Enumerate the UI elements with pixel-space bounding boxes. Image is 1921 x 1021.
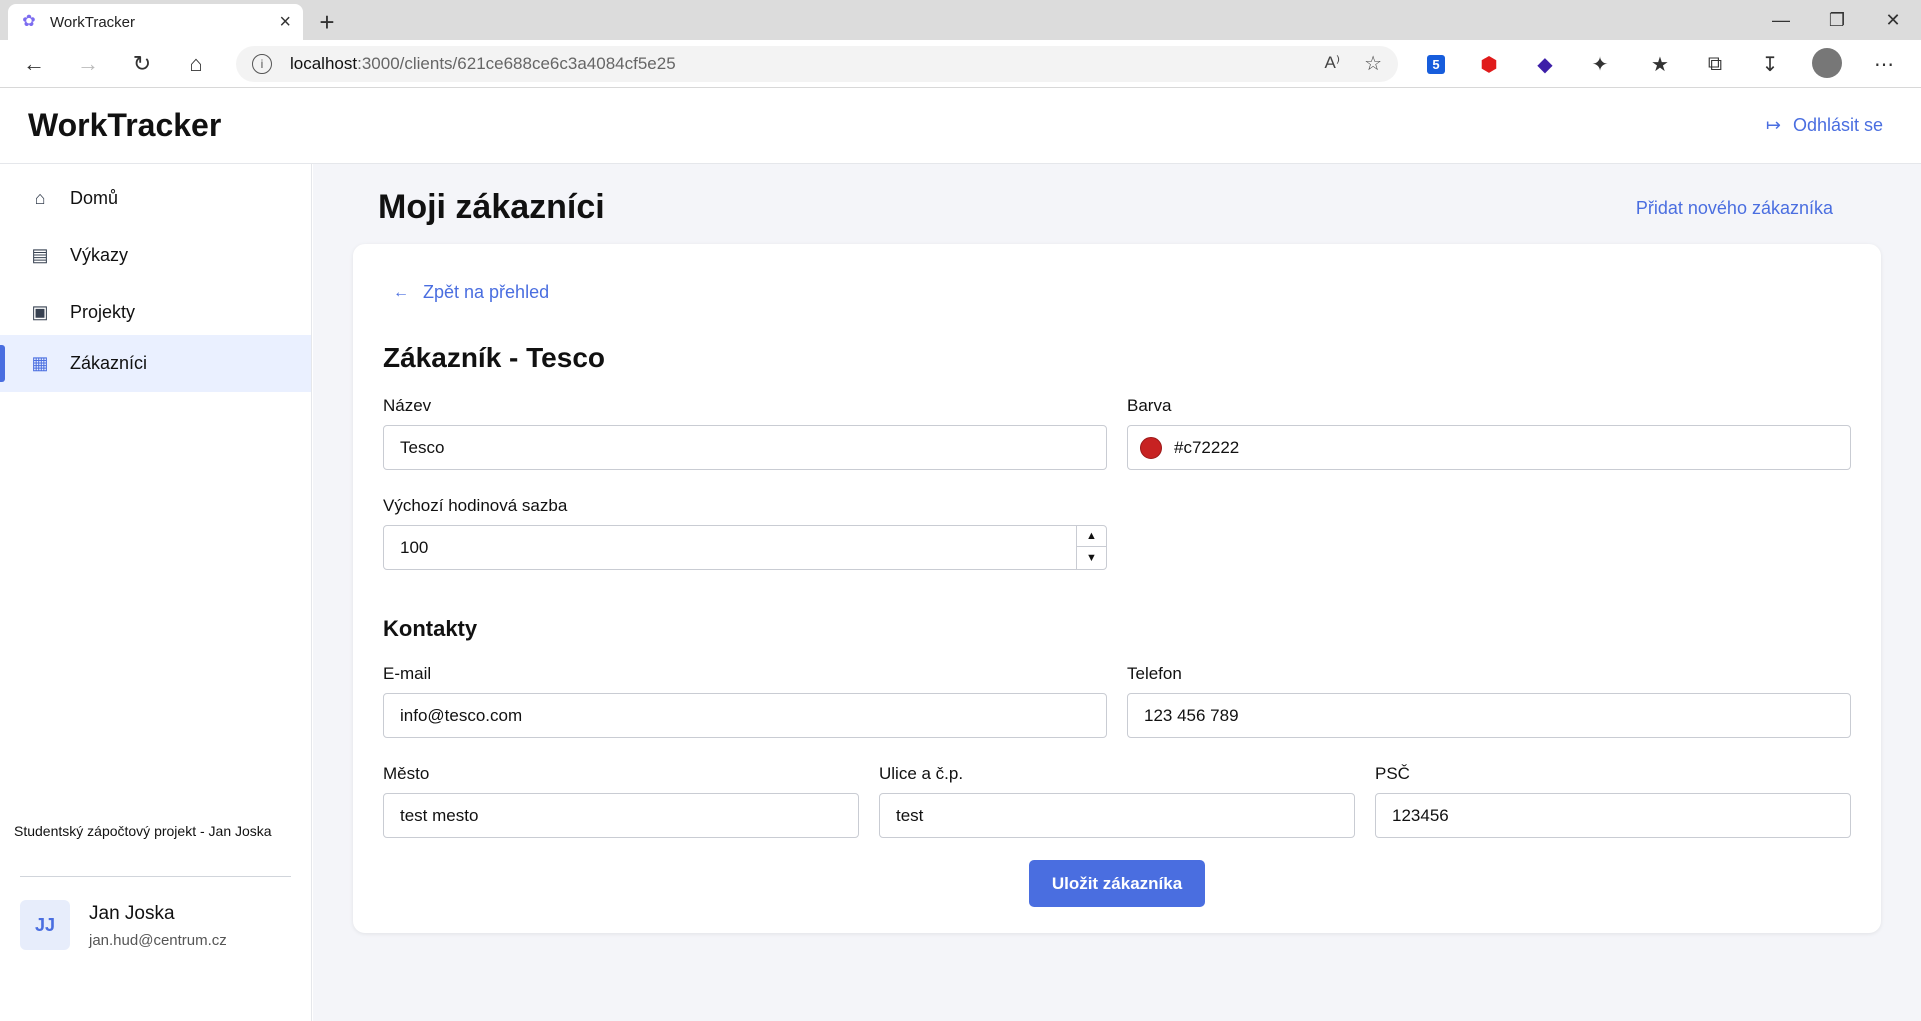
sidebar-item-label: Domů (70, 188, 119, 208)
extension-badge: 5 (1427, 54, 1445, 74)
briefcase-icon: ▤ (31, 245, 49, 265)
sidebar-item-home[interactable]: ⌂ Domů (0, 170, 311, 227)
extensions-puzzle-icon[interactable]: ✦ (1584, 48, 1616, 80)
app-header: WorkTracker ↦ Odhlásit se (0, 89, 1921, 164)
extension-bitwarden-icon[interactable]: 5 (1420, 48, 1452, 80)
home-button[interactable]: ⌂ (176, 44, 216, 84)
read-aloud-icon[interactable]: A⁾ (1324, 53, 1340, 73)
city-field[interactable]: test mesto (383, 793, 859, 838)
email-label: E-mail (383, 664, 432, 683)
page-title: Moji zákazníci (378, 188, 605, 226)
rate-value: 100 (400, 537, 429, 557)
extension-adblock-icon[interactable]: ⬢ (1473, 48, 1505, 80)
browser-titlebar: ✿ WorkTracker × + — ❐ ✕ (0, 0, 1921, 40)
folder-stack-icon: ▣ (31, 302, 49, 322)
close-tab-icon[interactable]: × (279, 12, 291, 32)
color-label: Barva (1127, 396, 1172, 415)
browser-tab[interactable]: ✿ WorkTracker × (8, 4, 303, 40)
add-client-link[interactable]: Přidat nového zákazníka (1636, 198, 1833, 219)
contacts-heading: Kontakty (383, 616, 478, 641)
decrement-icon[interactable]: ▼ (1077, 547, 1106, 568)
sidebar-item-label: Zákazníci (70, 353, 148, 373)
rate-stepper[interactable]: 100 ▲ ▼ (383, 525, 1107, 570)
arrow-left-icon: ← (393, 283, 409, 301)
browser-toolbar: ← → ↻ ⌂ i localhost:3000/clients/621ce68… (0, 40, 1921, 88)
zip-value: 123456 (1392, 805, 1449, 825)
extension-layers-icon[interactable]: ◆ (1529, 48, 1561, 80)
sidebar-item-label: Výkazy (70, 245, 129, 265)
window-controls: — ❐ ✕ (1753, 0, 1921, 40)
sidebar-item-label: Projekty (70, 302, 136, 322)
close-window-button[interactable]: ✕ (1865, 0, 1921, 40)
tab-title: WorkTracker (50, 13, 136, 31)
forward-nav-button[interactable]: → (68, 44, 108, 84)
avatar[interactable]: JJ (20, 900, 70, 950)
app-favicon-icon: ✿ (22, 13, 36, 30)
site-info-icon[interactable]: i (252, 54, 272, 74)
restore-button[interactable]: ❐ (1809, 0, 1865, 40)
minimize-button[interactable]: — (1753, 0, 1809, 40)
footer-text: Studentský zápočtový projekt - Jan Joska (14, 823, 272, 839)
collections-icon[interactable]: ⧉ (1699, 48, 1731, 80)
sidebar-item-projects[interactable]: ▣ Projekty (0, 284, 311, 341)
city-value: test mesto (400, 805, 479, 825)
url-path: :3000/clients/621ce688ce6c3a4084cf5e25 (357, 54, 676, 73)
favorite-add-icon[interactable]: ☆ (1364, 51, 1382, 76)
name-label: Název (383, 396, 432, 415)
name-field[interactable]: Tesco (383, 425, 1107, 470)
sidebar-item-clients[interactable]: ▦ Zákazníci (0, 335, 311, 392)
city-label: Město (383, 764, 430, 783)
back-link-label: Zpět na přehled (423, 282, 550, 302)
street-label: Ulice a č.p. (879, 764, 964, 783)
sidebar-item-reports[interactable]: ▤ Výkazy (0, 227, 311, 284)
main-content: Moji zákazníci Přidat nového zákazníka ←… (313, 164, 1921, 1021)
increment-icon[interactable]: ▲ (1077, 526, 1106, 547)
brand-logo[interactable]: WorkTracker (28, 107, 221, 144)
back-link[interactable]: ← Zpět na přehled (393, 282, 549, 303)
reload-button[interactable]: ↻ (122, 44, 162, 84)
back-nav-button[interactable]: ← (14, 44, 54, 84)
zip-label: PSČ (1375, 764, 1410, 783)
sidebar: ⌂ Domů ▤ Výkazy ▣ Projekty ▦ Zákazníci J… (0, 164, 312, 1021)
client-heading: Zákazník - Tesco (383, 342, 606, 373)
more-menu-icon[interactable]: ⋯ (1868, 48, 1900, 80)
street-value: test (896, 805, 924, 825)
downloads-icon[interactable]: ↧ (1754, 48, 1786, 80)
new-tab-button[interactable]: + (309, 4, 345, 40)
favorites-icon[interactable]: ★ (1644, 48, 1676, 80)
color-field[interactable]: #c72222 (1127, 425, 1851, 470)
email-field[interactable]: info@tesco.com (383, 693, 1107, 738)
user-email: jan.hud@centrum.cz (89, 932, 227, 949)
home-icon: ⌂ (34, 188, 46, 208)
name-value: Tesco (400, 437, 445, 457)
logout-icon: ↦ (1765, 115, 1781, 135)
color-swatch[interactable] (1140, 436, 1162, 459)
color-value: #c72222 (1174, 437, 1240, 457)
address-bar[interactable]: i localhost:3000/clients/621ce688ce6c3a4… (236, 46, 1398, 82)
logout-link[interactable]: ↦ Odhlásit se (1766, 115, 1883, 136)
client-card: ← Zpět na přehled Zákazník - Tesco Název… (353, 244, 1881, 933)
street-field[interactable]: test (879, 793, 1355, 838)
email-value: info@tesco.com (400, 705, 523, 725)
save-client-button[interactable]: Uložit zákazníka (1029, 860, 1205, 907)
user-name: Jan Joska (89, 903, 175, 924)
logout-label: Odhlásit se (1792, 115, 1883, 135)
rate-label: Výchozí hodinová sazba (383, 496, 568, 515)
phone-label: Telefon (1127, 664, 1182, 683)
profile-avatar-icon[interactable] (1812, 48, 1842, 78)
phone-field[interactable]: 123 456 789 (1127, 693, 1851, 738)
url-host: localhost (290, 54, 358, 73)
sidebar-divider (20, 876, 291, 877)
storefront-icon: ▦ (31, 353, 49, 373)
phone-value: 123 456 789 (1144, 705, 1239, 725)
zip-field[interactable]: 123456 (1375, 793, 1851, 838)
rate-spinner: ▲ ▼ (1076, 526, 1106, 569)
